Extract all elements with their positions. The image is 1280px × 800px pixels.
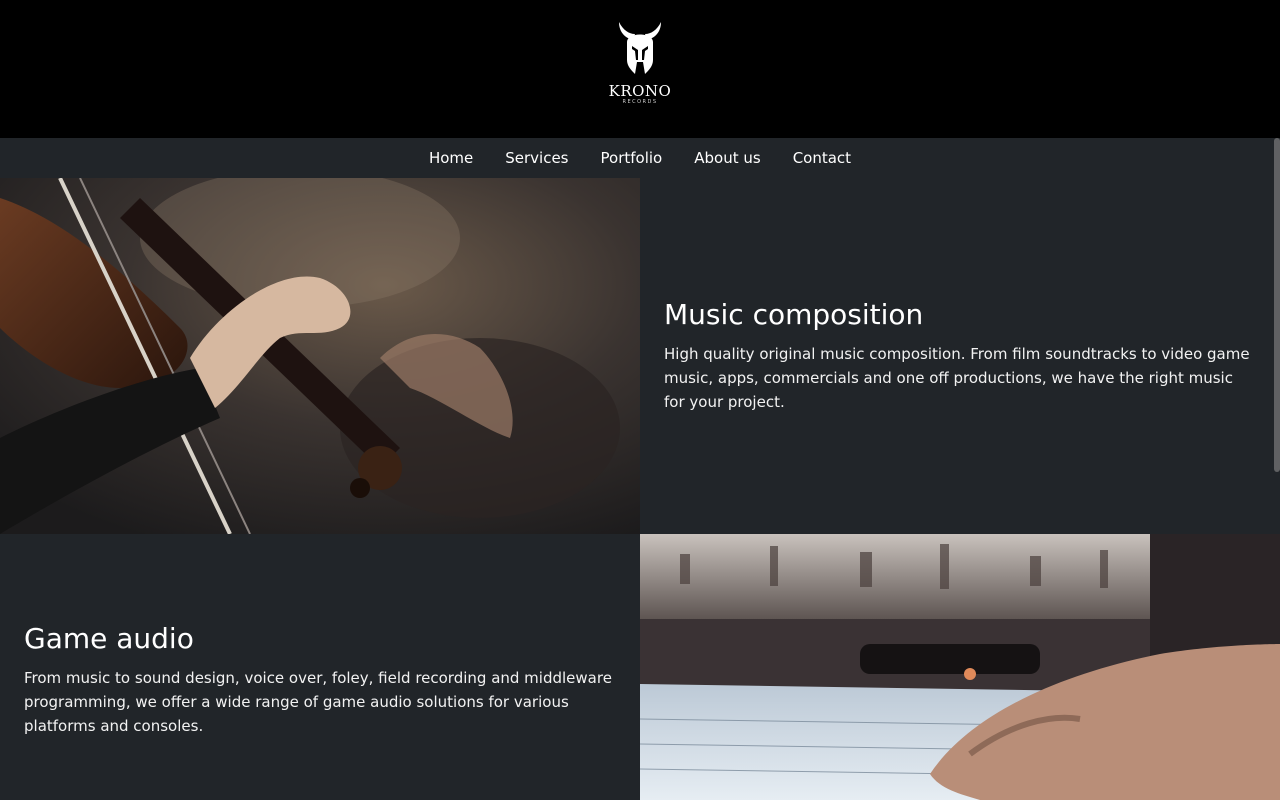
mixing-console-photo xyxy=(640,534,1280,800)
music-composition-section: Music composition High quality original … xyxy=(640,178,1280,534)
game-audio-section: Game audio From music to sound design, v… xyxy=(0,534,640,800)
section-title: Music composition xyxy=(664,298,924,331)
site-header: KRONO RECORDS xyxy=(0,0,1280,138)
nav-contact[interactable]: Contact xyxy=(777,138,867,178)
brand-subtitle: RECORDS xyxy=(622,99,658,105)
nav-home[interactable]: Home xyxy=(413,138,489,178)
violin-player-photo xyxy=(0,178,640,534)
nav-about-us[interactable]: About us xyxy=(678,138,776,178)
section-text: From music to sound design, voice over, … xyxy=(24,669,612,735)
brand-name: KRONO xyxy=(608,82,672,100)
section-title: Game audio xyxy=(24,622,194,655)
main-nav: Home Services Portfolio About us Contact xyxy=(0,138,1280,178)
spartan-helmet-icon xyxy=(619,22,661,74)
nav-portfolio[interactable]: Portfolio xyxy=(585,138,679,178)
brand-logo[interactable]: KRONO RECORDS xyxy=(600,20,680,120)
nav-services[interactable]: Services xyxy=(489,138,584,178)
scrollbar[interactable] xyxy=(1274,138,1280,472)
section-text: High quality original music composition.… xyxy=(664,345,1250,411)
